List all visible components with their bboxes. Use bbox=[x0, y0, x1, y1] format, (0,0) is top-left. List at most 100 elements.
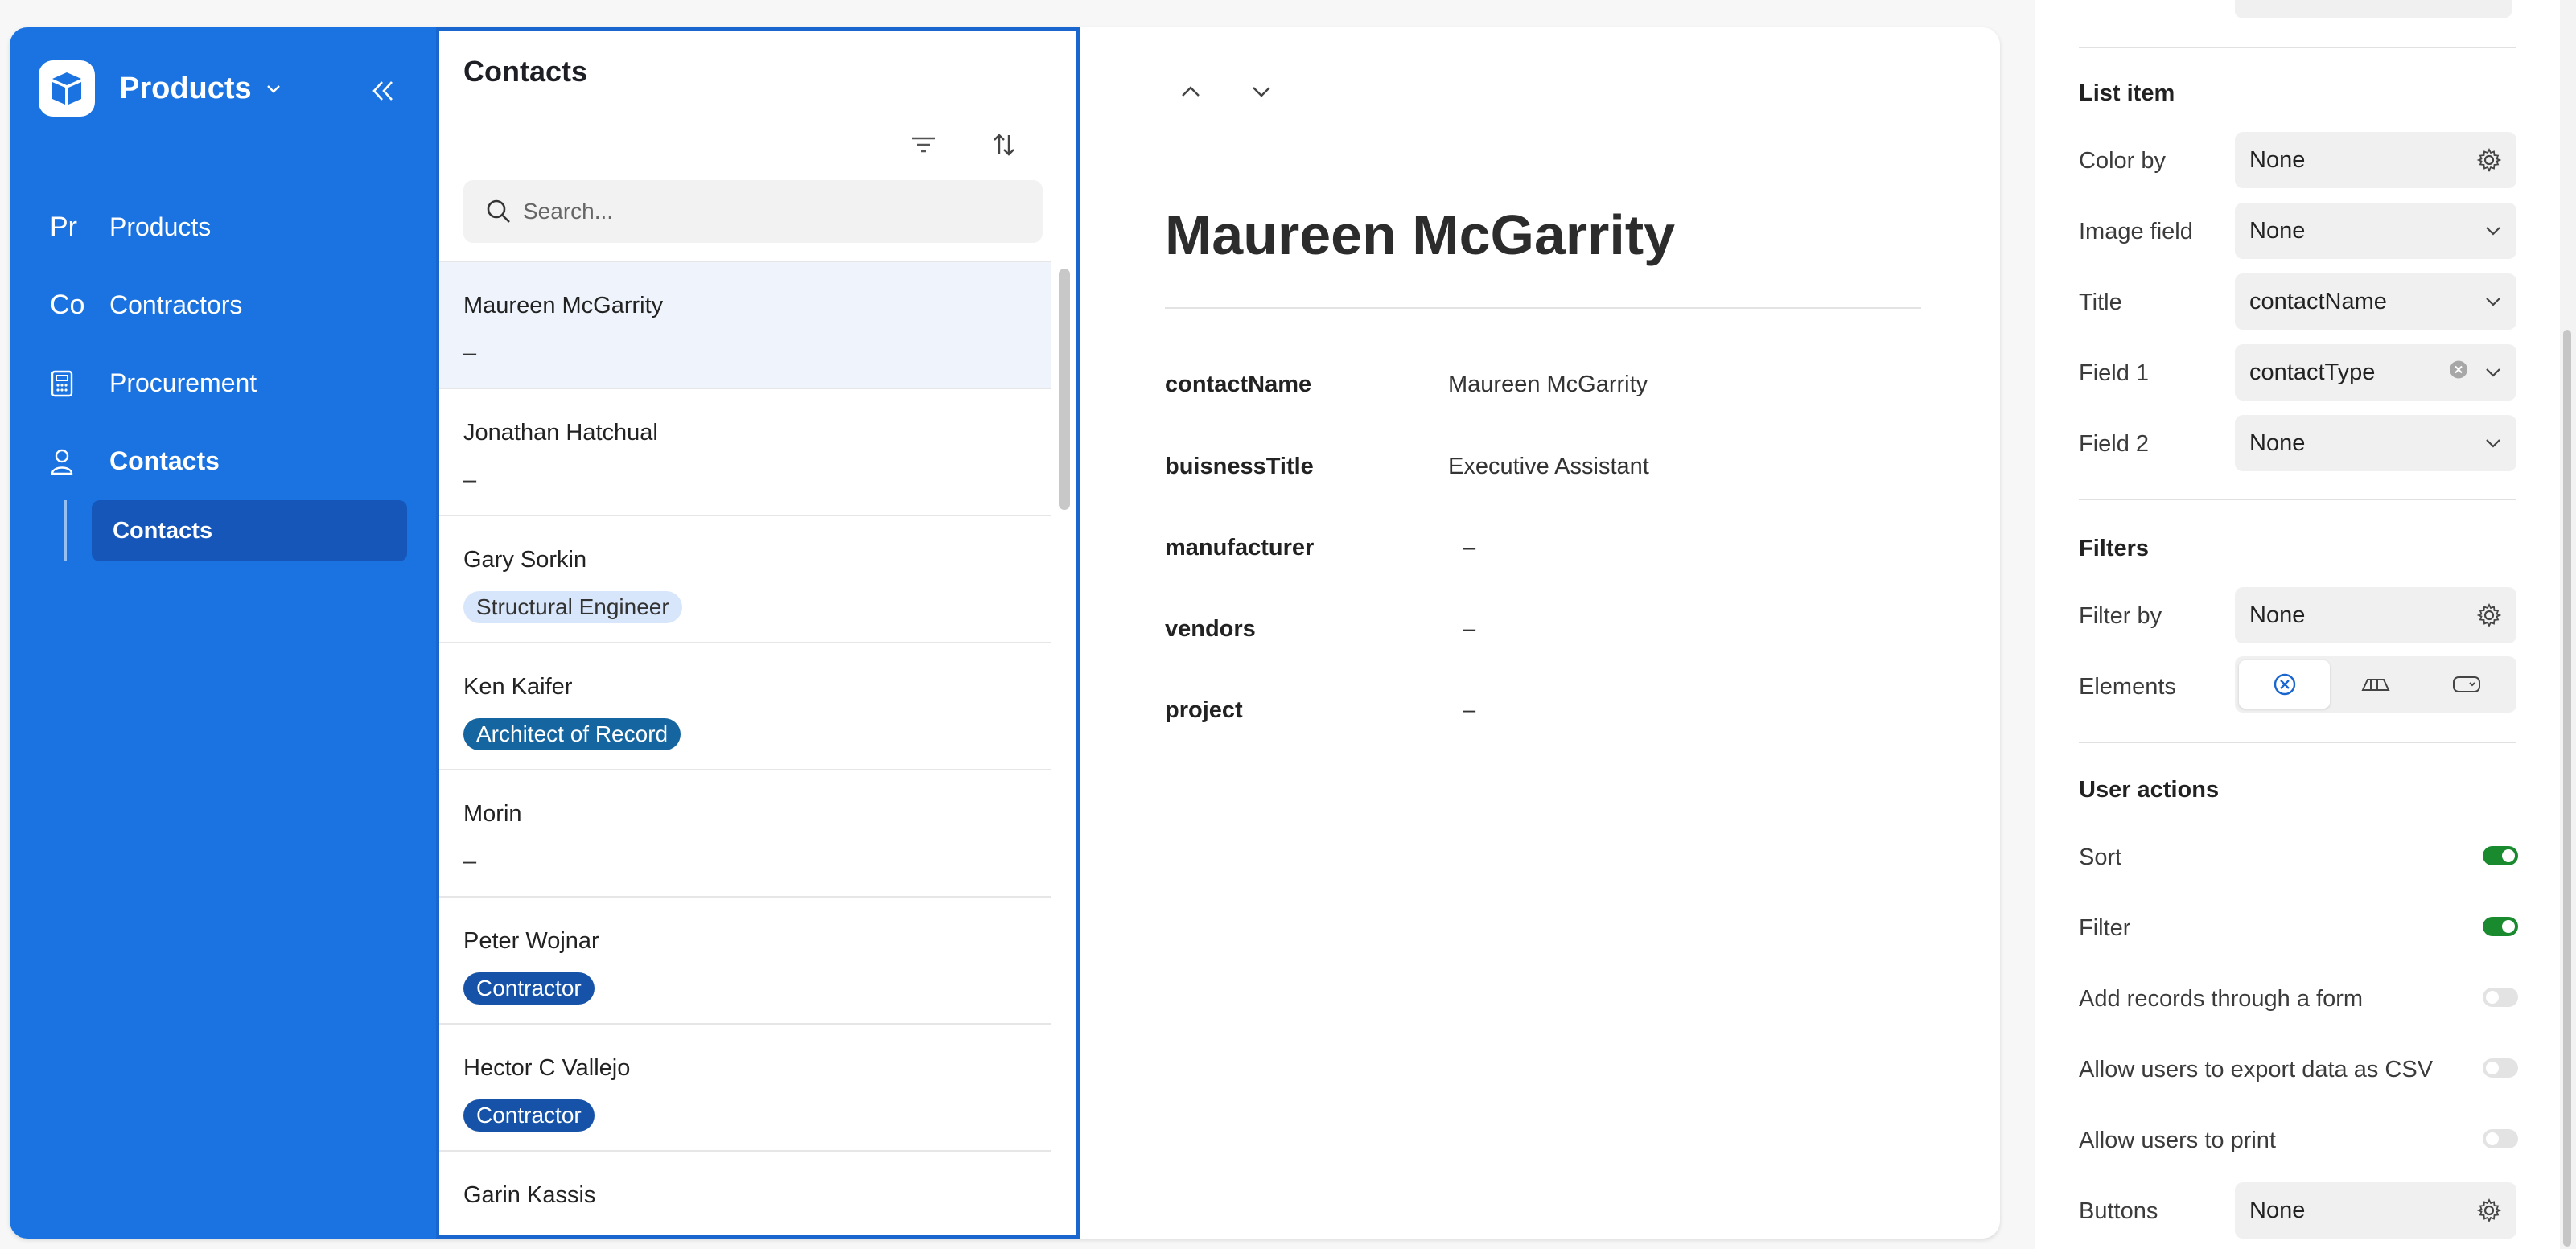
list-item-title: Ken Kaifer bbox=[463, 674, 573, 700]
divider bbox=[2079, 742, 2516, 743]
sort-button[interactable] bbox=[980, 121, 1028, 169]
field-label: manufacturer bbox=[1165, 535, 1315, 561]
list-item[interactable]: Garin Kassis bbox=[439, 1150, 1051, 1235]
elements-segmented-control bbox=[2235, 656, 2516, 713]
filter-toggle[interactable] bbox=[2483, 917, 2518, 936]
field-project: project – bbox=[1165, 697, 1475, 724]
sidebar-item-procurement[interactable]: Procurement bbox=[10, 344, 436, 422]
list-item-title: Hector C Vallejo bbox=[463, 1055, 631, 1081]
filter-by-select[interactable]: None bbox=[2235, 587, 2516, 643]
contacts-list-panel: Contacts Maureen McGarrity – Jonathan Ha… bbox=[436, 27, 1080, 1239]
list-item-title: Morin bbox=[463, 801, 522, 827]
field-label: buisnessTitle bbox=[1165, 454, 1314, 479]
image-field-select[interactable]: None bbox=[2235, 203, 2516, 259]
select-value: contactName bbox=[2249, 288, 2387, 314]
select-value: None bbox=[2249, 217, 2306, 244]
sidebar-item-label: Contacts bbox=[109, 446, 220, 475]
sidebar-subitem-contacts[interactable]: Contacts bbox=[92, 500, 407, 561]
collapse-sidebar-button[interactable] bbox=[359, 72, 407, 109]
list-item-subtitle: – bbox=[463, 466, 477, 493]
elements-option-none[interactable] bbox=[2239, 660, 2331, 709]
field2-label: Field 2 bbox=[2079, 431, 2150, 457]
field-value: – bbox=[1463, 616, 1476, 642]
field-manufacturer: manufacturer – bbox=[1165, 535, 1475, 561]
gear-icon[interactable] bbox=[2476, 602, 2502, 628]
config-scrollbar[interactable] bbox=[2560, 0, 2576, 1249]
previous-record-button[interactable] bbox=[1167, 68, 1215, 116]
elements-label: Elements bbox=[2079, 674, 2176, 700]
field-label: contactName bbox=[1165, 372, 1312, 397]
search-icon bbox=[487, 199, 510, 223]
field1-label: Field 1 bbox=[2079, 360, 2150, 386]
color-by-label: Color by bbox=[2079, 148, 2166, 174]
sidebar-item-contacts[interactable]: Contacts bbox=[10, 422, 436, 500]
list-item-title: Gary Sorkin bbox=[463, 547, 587, 573]
filter-button[interactable] bbox=[899, 121, 948, 169]
select-value: None bbox=[2249, 1197, 2306, 1223]
circle-x-icon bbox=[2274, 673, 2295, 696]
contact-type-badge: Architect of Record bbox=[463, 718, 681, 750]
divider bbox=[2079, 47, 2516, 48]
truncated-setting-box[interactable] bbox=[2235, 0, 2512, 18]
elements-option-tabs[interactable] bbox=[2330, 660, 2421, 709]
divider bbox=[2079, 499, 2516, 500]
list-item[interactable]: Ken Kaifer Architect of Record bbox=[439, 642, 1051, 769]
field-value: – bbox=[1463, 535, 1476, 561]
chevron-up-icon bbox=[1182, 86, 1200, 97]
gear-icon[interactable] bbox=[2476, 147, 2502, 173]
app-window: Products Pr Products Co Contractors Proc… bbox=[10, 27, 2000, 1239]
field1-select[interactable]: contactType bbox=[2235, 344, 2516, 401]
calculator-icon bbox=[50, 370, 109, 397]
list-item[interactable]: Maureen McGarrity – bbox=[439, 261, 1051, 388]
sidebar-item-contractors[interactable]: Co Contractors bbox=[10, 266, 436, 344]
section-title-list-item: List item bbox=[2079, 80, 2175, 106]
select-value: None bbox=[2249, 429, 2306, 456]
search-input[interactable] bbox=[523, 199, 1006, 224]
search-box bbox=[463, 180, 1043, 243]
brand-title: Products bbox=[119, 71, 252, 105]
list-item[interactable]: Peter Wojnar Contractor bbox=[439, 896, 1051, 1023]
list-scrollbar[interactable] bbox=[1059, 269, 1070, 510]
elements-option-dropdown[interactable] bbox=[2422, 660, 2512, 709]
filter-icon bbox=[912, 137, 935, 153]
gear-icon[interactable] bbox=[2476, 1198, 2502, 1223]
sidebar: Products Pr Products Co Contractors Proc… bbox=[10, 27, 436, 1239]
add-records-toggle[interactable] bbox=[2483, 988, 2518, 1007]
export-csv-toggle[interactable] bbox=[2483, 1058, 2518, 1078]
next-record-button[interactable] bbox=[1237, 68, 1286, 116]
color-by-select[interactable]: None bbox=[2235, 132, 2516, 188]
list-item-title: Garin Kassis bbox=[463, 1182, 596, 1208]
list-item[interactable]: Hector C Vallejo Contractor bbox=[439, 1023, 1051, 1150]
print-label: Allow users to print bbox=[2079, 1128, 2276, 1153]
print-toggle[interactable] bbox=[2483, 1129, 2518, 1148]
title-field-select[interactable]: contactName bbox=[2235, 273, 2516, 330]
title-field-label: Title bbox=[2079, 290, 2122, 315]
record-title: Maureen McGarrity bbox=[1165, 203, 1676, 266]
buttons-select[interactable]: None bbox=[2235, 1182, 2516, 1239]
field2-select[interactable]: None bbox=[2235, 415, 2516, 471]
image-field-label: Image field bbox=[2079, 219, 2193, 244]
chevron-down-icon bbox=[266, 85, 280, 93]
sort-toggle[interactable] bbox=[2483, 846, 2518, 865]
list-title: Contacts bbox=[463, 55, 588, 88]
contact-type-badge: Structural Engineer bbox=[463, 591, 682, 623]
sidebar-item-products[interactable]: Pr Products bbox=[10, 188, 436, 266]
filter-label: Filter bbox=[2079, 915, 2131, 941]
chevron-down-icon bbox=[2484, 438, 2502, 449]
sidebar-nav: Pr Products Co Contractors Procurement C… bbox=[10, 188, 436, 568]
config-panel: List item Color by None Image field None… bbox=[2035, 0, 2576, 1249]
field-contactname: contactName Maureen McGarrity bbox=[1165, 372, 1648, 398]
field-value: Maureen McGarrity bbox=[1448, 372, 1648, 397]
filter-by-label: Filter by bbox=[2079, 603, 2162, 629]
list-item[interactable]: Gary Sorkin Structural Engineer bbox=[439, 515, 1051, 642]
double-chevron-left-icon bbox=[372, 81, 393, 101]
list-item[interactable]: Morin – bbox=[439, 769, 1051, 896]
app-logo-icon bbox=[39, 60, 95, 117]
user-icon bbox=[50, 448, 109, 475]
select-value: None bbox=[2249, 602, 2306, 628]
field-label: project bbox=[1165, 697, 1243, 723]
brand-switcher[interactable]: Products bbox=[39, 60, 282, 117]
chevron-down-icon bbox=[2484, 225, 2502, 236]
list-item[interactable]: Jonathan Hatchual – bbox=[439, 388, 1051, 515]
clear-icon[interactable] bbox=[2449, 359, 2468, 386]
